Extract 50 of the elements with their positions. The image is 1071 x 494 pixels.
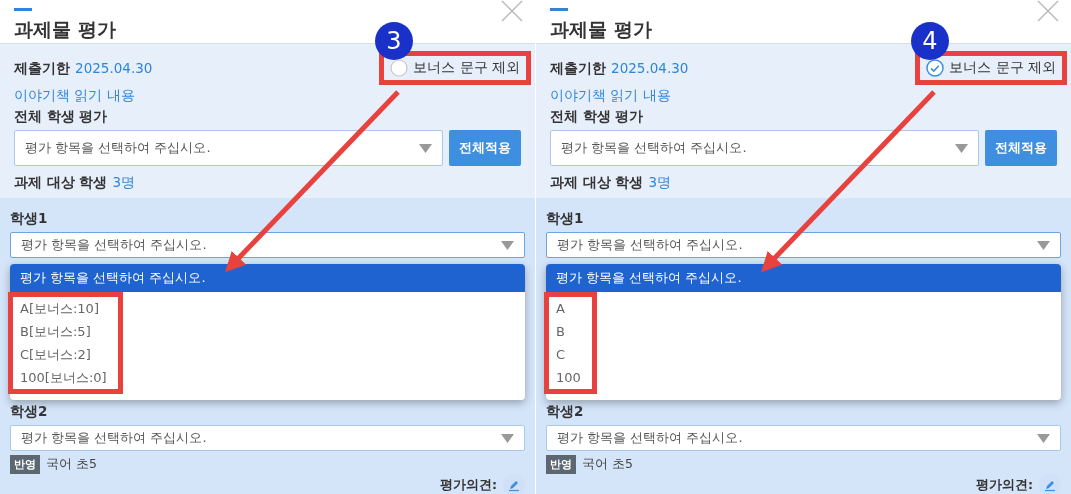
checked-circle-icon[interactable] [926, 59, 945, 77]
caret-icon [955, 143, 968, 153]
target-students-label: 과제 대상 학생 3명 [14, 173, 137, 192]
status-tag: 반영 [10, 455, 40, 474]
caret-icon [1037, 433, 1050, 443]
dropdown-option[interactable]: A[보너스:10] [13, 297, 112, 320]
apply-all-button[interactable]: 전체적용 [985, 130, 1057, 166]
select-field[interactable]: 평가 항목을 선택하여 주십시오. [546, 425, 1061, 451]
student-name: 학생1 [10, 210, 49, 228]
close-icon[interactable] [501, 0, 523, 22]
close-icon[interactable] [1037, 0, 1059, 22]
section-label: 전체 학생 평가 [14, 108, 109, 126]
student-name: 학생2 [546, 403, 585, 421]
assignment-link[interactable]: 이야기책 읽기 내용 [550, 82, 1057, 108]
section-label: 전체 학생 평가 [550, 108, 645, 126]
deadline-text: 제출기한 2025.04.30 [550, 59, 689, 78]
assignment-link[interactable]: 이야기책 읽기 내용 [14, 82, 521, 108]
apply-all-button[interactable]: 전체적용 [449, 130, 521, 166]
checkbox-label[interactable]: 보너스 문구 제외 [413, 59, 520, 77]
student-name: 학생2 [10, 403, 49, 421]
dialog-title: 과제물 평가 [550, 17, 652, 42]
dropdown-option[interactable]: C[보너스:2] [13, 343, 112, 366]
select-field[interactable]: 평가 항목을 선택하여 주십시오. [546, 232, 1061, 258]
empty-circle-icon[interactable] [390, 59, 409, 77]
dropdown-option[interactable]: A [549, 297, 586, 320]
caret-icon [501, 240, 514, 250]
dropdown-option[interactable]: 평가 항목을 선택하여 주십시오. [10, 264, 525, 292]
caret-icon [419, 143, 432, 153]
caret-icon [1037, 240, 1050, 250]
comment-label: 평가의견: [976, 476, 1033, 494]
comment-label: 평가의견: [440, 476, 497, 494]
target-students-label: 과제 대상 학생 3명 [550, 173, 673, 192]
dropdown-option[interactable]: 100 [549, 366, 586, 389]
status-tag: 반영 [546, 455, 576, 474]
select-field[interactable]: 평가 항목을 선택하여 주십시오. [10, 425, 525, 451]
select-field[interactable]: 평가 항목을 선택하여 주십시오. [14, 130, 443, 166]
select-field[interactable]: 평가 항목을 선택하여 주십시오. [10, 232, 525, 258]
dialog-title: 과제물 평가 [14, 17, 116, 42]
dropdown-option[interactable]: B[보너스:5] [13, 320, 112, 343]
dropdown-option[interactable]: 100[보너스:0] [13, 366, 112, 389]
dropdown-option[interactable]: C [549, 343, 586, 366]
subject-text: 국어 초5 [582, 456, 633, 473]
select-field[interactable]: 평가 항목을 선택하여 주십시오. [550, 130, 979, 166]
caret-icon [501, 433, 514, 443]
dropdown-option[interactable]: B [549, 320, 586, 343]
checkbox-label[interactable]: 보너스 문구 제외 [949, 59, 1056, 77]
subject-text: 국어 초5 [46, 456, 97, 473]
student-name: 학생1 [546, 210, 585, 228]
dropdown-option[interactable]: 평가 항목을 선택하여 주십시오. [546, 264, 1061, 292]
deadline-text: 제출기한 2025.04.30 [14, 59, 153, 78]
